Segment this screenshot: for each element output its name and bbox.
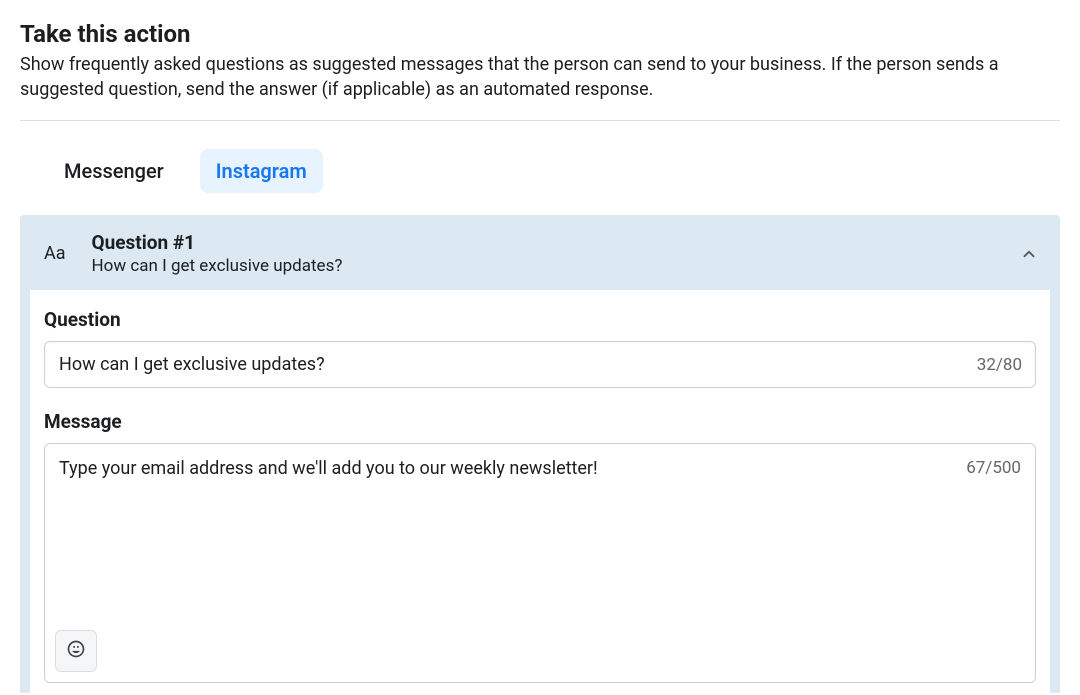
message-textarea[interactable] bbox=[45, 444, 1035, 682]
question-panel: Aa Question #1 How can I get exclusive u… bbox=[20, 215, 1060, 693]
question-body: Question 32/80 Message 67/500 bbox=[30, 290, 1050, 693]
question-number-title: Question #1 bbox=[92, 231, 1020, 254]
message-char-count: 67/500 bbox=[966, 458, 1021, 478]
question-preview-text: How can I get exclusive updates? bbox=[92, 256, 1020, 276]
question-char-count: 32/80 bbox=[977, 355, 1022, 375]
question-label: Question bbox=[44, 308, 1036, 331]
question-input-wrap: 32/80 bbox=[44, 341, 1036, 388]
question-accordion-header[interactable]: Aa Question #1 How can I get exclusive u… bbox=[20, 215, 1060, 290]
page-title: Take this action bbox=[20, 20, 1060, 48]
tabs: Messenger Instagram bbox=[20, 149, 1060, 193]
tab-messenger[interactable]: Messenger bbox=[48, 149, 180, 193]
emoji-picker-button[interactable] bbox=[55, 630, 97, 672]
divider bbox=[20, 120, 1060, 121]
tab-instagram[interactable]: Instagram bbox=[200, 149, 323, 193]
message-label: Message bbox=[44, 410, 1036, 433]
text-icon: Aa bbox=[44, 243, 66, 264]
smiley-icon bbox=[66, 639, 86, 663]
question-input[interactable] bbox=[44, 341, 1036, 388]
message-textarea-wrap: 67/500 bbox=[44, 443, 1036, 683]
chevron-up-icon bbox=[1020, 245, 1038, 263]
page-description: Show frequently asked questions as sugge… bbox=[20, 52, 1060, 102]
question-header-texts: Question #1 How can I get exclusive upda… bbox=[92, 231, 1020, 276]
